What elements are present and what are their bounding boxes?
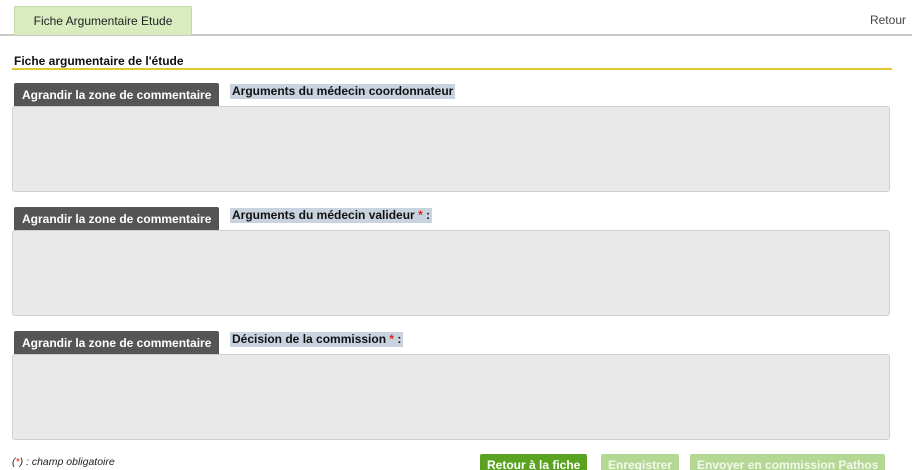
comment-textarea-coordonnateur[interactable] (12, 106, 890, 192)
top-bar: Fiche Argumentaire Etude Retour (0, 0, 912, 36)
expand-comment-button[interactable]: Agrandir la zone de commentaire (14, 83, 220, 107)
send-to-commission-button[interactable]: Envoyer en commission Pathos (690, 454, 886, 470)
back-to-record-button[interactable]: Retour à la fiche (480, 454, 588, 470)
tab-fiche-argumentaire[interactable]: Fiche Argumentaire Etude (14, 6, 192, 35)
section-divider (12, 68, 892, 70)
field-label: Arguments du médecin valideur * : (230, 208, 433, 223)
required-marker: * (418, 208, 423, 222)
back-link[interactable]: Retour (870, 13, 906, 27)
field-label: Décision de la commission * : (230, 332, 404, 347)
section-title: Fiche argumentaire de l'étude (14, 54, 184, 68)
expand-comment-button[interactable]: Agrandir la zone de commentaire (14, 331, 220, 355)
comment-textarea-valideur[interactable] (12, 230, 890, 316)
comment-textarea-commission[interactable] (12, 354, 890, 440)
required-legend: (*) : champ obligatoire (12, 456, 115, 468)
required-marker: * (389, 332, 395, 346)
save-button[interactable]: Enregistrer (601, 454, 680, 470)
field-label: Arguments du médecin coordonnateur (230, 84, 456, 99)
expand-comment-button[interactable]: Agrandir la zone de commentaire (14, 207, 220, 231)
